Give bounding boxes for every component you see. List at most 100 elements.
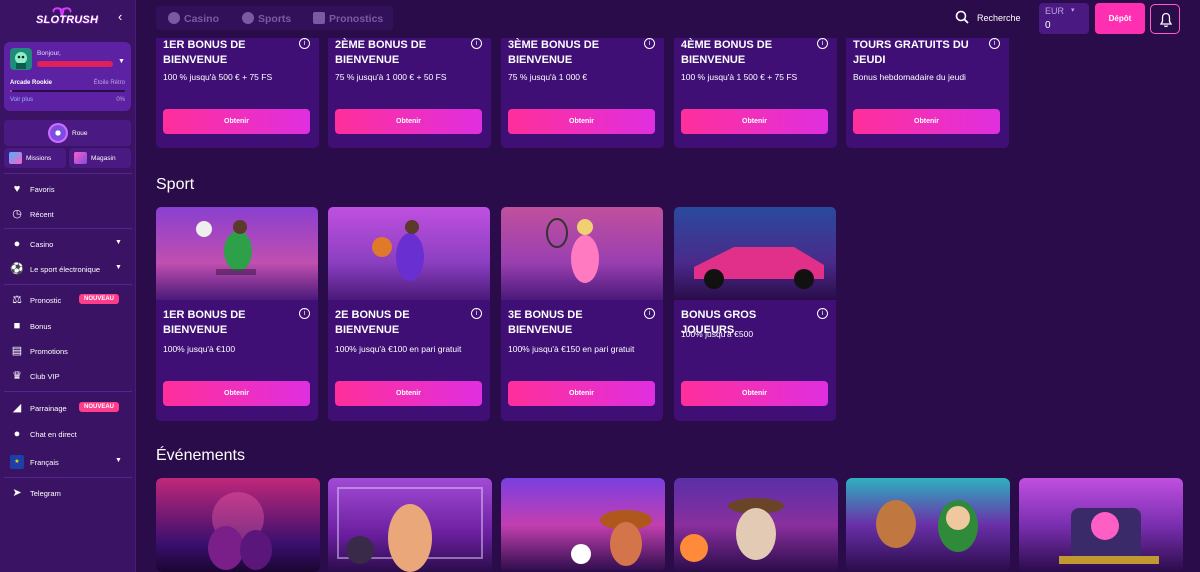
bonus-description: 75 % jusqu'à 1 000 € bbox=[508, 72, 588, 82]
sidebar-item-label: Bonus bbox=[30, 322, 52, 331]
tennis-player-artwork bbox=[546, 218, 599, 283]
info-icon[interactable]: i bbox=[471, 308, 482, 319]
shop-button[interactable]: Magasin bbox=[69, 148, 131, 168]
claim-button[interactable]: Obtenir bbox=[508, 109, 655, 134]
avatar[interactable] bbox=[10, 48, 32, 70]
sport-bonus-card: BONUS GROS JOUEURS i 100% jusqu'à €500 O… bbox=[674, 207, 836, 421]
slotrush-logo[interactable]: SLOTRUSH bbox=[36, 6, 98, 32]
claim-button[interactable]: Obtenir bbox=[335, 109, 482, 134]
missions-label: Missions bbox=[26, 155, 52, 162]
info-icon[interactable]: i bbox=[644, 308, 655, 319]
divider bbox=[4, 284, 132, 285]
progress-percent: 0% bbox=[116, 97, 125, 103]
info-icon[interactable]: i bbox=[644, 38, 655, 49]
sport-bonus-card: 3E BONUS DE BIENVENUE i 100% jusqu'à €15… bbox=[501, 207, 663, 421]
sidebar-item-language[interactable]: ★ Français ▼ bbox=[0, 451, 136, 473]
casino-bonus-card: 3ÈME BONUS DE BIENVENUE i 75 % jusqu'à 1… bbox=[501, 38, 664, 148]
sidebar-item-esport[interactable]: ⚽ Le sport électronique ▼ bbox=[0, 258, 136, 280]
sidebar-item-label: Parrainage bbox=[30, 404, 67, 413]
event-card[interactable] bbox=[846, 478, 1010, 572]
collapse-sidebar-icon[interactable]: ‹ bbox=[118, 10, 132, 24]
divider bbox=[4, 391, 132, 392]
tab-pronostics[interactable]: Pronostics bbox=[313, 12, 383, 25]
missions-button[interactable]: Missions bbox=[4, 148, 66, 168]
tab-casino[interactable]: Casino bbox=[168, 12, 219, 25]
claim-button[interactable]: Obtenir bbox=[335, 381, 482, 406]
info-icon[interactable]: i bbox=[817, 38, 828, 49]
bonus-title: 3E BONUS DE BIENVENUE bbox=[508, 309, 583, 336]
info-icon[interactable]: i bbox=[989, 38, 1000, 49]
search-icon[interactable] bbox=[955, 10, 969, 24]
heart-icon: ♥ bbox=[13, 183, 21, 195]
bonus-description: 100 % jusqu'à 500 € + 75 FS bbox=[163, 72, 273, 82]
sidebar-item-label: Chat en direct bbox=[30, 430, 77, 439]
shop-label: Magasin bbox=[91, 155, 116, 162]
sidebar-item-favorites[interactable]: ♥ Favoris bbox=[0, 178, 136, 200]
casino-bonus-card: 2ÈME BONUS DE BIENVENUE i 75 % jusqu'à 1… bbox=[328, 38, 491, 148]
currency-selector[interactable]: EUR ▾ 0 bbox=[1039, 3, 1089, 34]
sidebar-item-label: Français bbox=[30, 458, 59, 467]
info-icon[interactable]: i bbox=[299, 38, 310, 49]
sidebar-item-label: Club VIP bbox=[30, 372, 60, 381]
event-card[interactable] bbox=[1019, 478, 1183, 572]
bonus-description: 100% jusqu'à €500 bbox=[681, 329, 754, 339]
claim-button[interactable]: Obtenir bbox=[163, 381, 310, 406]
basketball-player-artwork bbox=[372, 220, 424, 281]
sport-bonus-card: 1ER BONUS DE BIENVENUE i 100% jusqu'à €1… bbox=[156, 207, 318, 421]
claim-button[interactable]: Obtenir bbox=[163, 109, 310, 134]
event-card[interactable] bbox=[328, 478, 492, 572]
notifications-button[interactable] bbox=[1150, 4, 1180, 34]
sidebar-item-pronostic[interactable]: ⚖ Pronostic NOUVEAU bbox=[0, 289, 136, 311]
search-label[interactable]: Recherche bbox=[977, 13, 1021, 23]
claim-button[interactable]: Obtenir bbox=[853, 109, 1000, 134]
cowboy-artwork bbox=[680, 498, 784, 562]
divider bbox=[4, 173, 132, 174]
chevron-down-icon[interactable]: ▼ bbox=[115, 264, 122, 271]
deposit-button[interactable]: Dépôt bbox=[1095, 3, 1145, 34]
joker-artwork bbox=[208, 492, 272, 570]
casino-bonus-card: 4ÈME BONUS DE BIENVENUE i 100 % jusqu'à … bbox=[674, 38, 837, 148]
sidebar-item-referral[interactable]: ◢ Parrainage NOUVEAU bbox=[0, 397, 136, 419]
new-badge: NOUVEAU bbox=[79, 402, 120, 412]
claim-button[interactable]: Obtenir bbox=[681, 109, 828, 134]
chevron-down-icon[interactable]: ▼ bbox=[118, 58, 125, 65]
info-icon[interactable]: i bbox=[471, 38, 482, 49]
sidebar-item-recent[interactable]: ◷ Récent bbox=[0, 203, 136, 225]
event-card[interactable] bbox=[501, 478, 665, 572]
sidebar-item-vip[interactable]: ♛ Club VIP bbox=[0, 365, 136, 387]
ball-icon: ⚽ bbox=[10, 263, 24, 275]
bonus-image bbox=[156, 207, 318, 300]
wheel-button[interactable]: Roue bbox=[4, 120, 131, 146]
sidebar-item-bonus[interactable]: ■ Bonus bbox=[0, 315, 136, 337]
bonus-image bbox=[328, 207, 490, 300]
claim-button[interactable]: Obtenir bbox=[508, 381, 655, 406]
new-badge: NOUVEAU bbox=[79, 294, 120, 304]
tab-label: Casino bbox=[184, 13, 220, 25]
info-icon[interactable]: i bbox=[299, 308, 310, 319]
sidebar-item-chat[interactable]: ● Chat en direct bbox=[0, 423, 136, 445]
chevron-down-icon: ▾ bbox=[1071, 7, 1075, 14]
sidebar-item-casino[interactable]: ● Casino ▼ bbox=[0, 233, 136, 255]
megaphone-icon: ◢ bbox=[12, 402, 22, 414]
logo-text: SLOTRUSH bbox=[36, 14, 99, 26]
section-title-sport: Sport bbox=[156, 176, 195, 193]
chevron-down-icon[interactable]: ▼ bbox=[115, 239, 122, 246]
info-icon[interactable]: i bbox=[817, 308, 828, 319]
see-more-link[interactable]: Voir plus bbox=[10, 97, 33, 103]
sidebar-item-telegram[interactable]: ➤ Telegram bbox=[0, 482, 136, 504]
chevron-down-icon[interactable]: ▼ bbox=[115, 457, 122, 464]
level-progress-fill bbox=[10, 90, 13, 92]
tab-label: Sports bbox=[258, 13, 292, 25]
greeting-text: Bonjour, bbox=[37, 50, 61, 57]
sidebar-item-promotions[interactable]: ▤ Promotions bbox=[0, 340, 136, 362]
event-card[interactable] bbox=[674, 478, 838, 572]
train-artwork bbox=[1059, 508, 1159, 564]
bonus-description: 100% jusqu'à €100 en pari gratuit bbox=[335, 344, 462, 354]
telegram-icon: ➤ bbox=[12, 487, 22, 499]
claim-button[interactable]: Obtenir bbox=[681, 381, 828, 406]
tab-label: Pronostics bbox=[329, 13, 384, 25]
casino-bonus-card: TOURS GRATUITS DU JEUDI i Bonus hebdomad… bbox=[846, 38, 1009, 148]
profile-card[interactable]: Bonjour, ▼ Arcade Rookie Étoile Rétro Vo… bbox=[4, 42, 131, 111]
event-card[interactable] bbox=[156, 478, 320, 572]
tab-sports[interactable]: Sports bbox=[242, 12, 291, 25]
